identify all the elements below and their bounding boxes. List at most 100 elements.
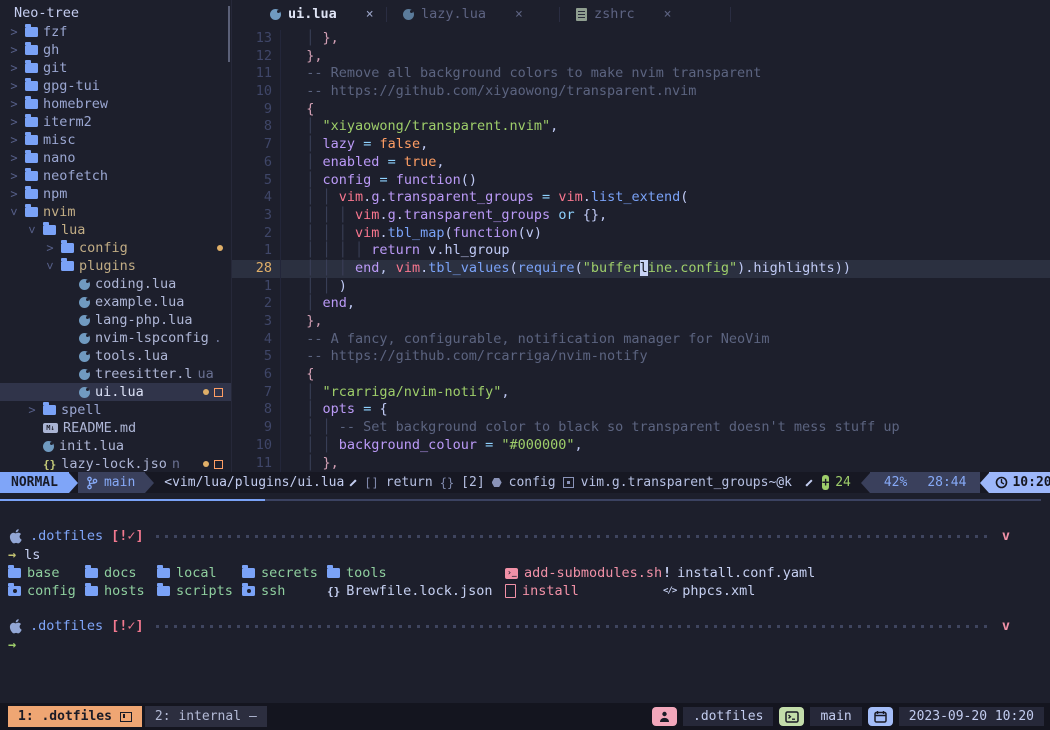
tree-item-readme-md[interactable]: M↓README.md: [0, 419, 231, 437]
tree-item-nvim-lspconfig[interactable]: nvim-lspconfig.: [0, 329, 231, 347]
tab-lazy-lua[interactable]: lazy.lua ×: [387, 0, 559, 28]
line-number: 13: [232, 30, 280, 48]
code-line[interactable]: 12 },: [232, 48, 1050, 66]
line-number: 6: [232, 366, 280, 384]
code-line[interactable]: 3 │ │ │ vim.g.transparent_groups or {},: [232, 207, 1050, 225]
tab-zshrc[interactable]: zshrc×: [560, 0, 730, 28]
code-line[interactable]: 8 │ "xiyaowong/transparent.nvim",: [232, 118, 1050, 136]
terminal-pane[interactable]: .dotfiles [!✓] v → ls basedocslocalsecre…: [0, 505, 1050, 703]
chevron-icon[interactable]: >: [44, 241, 56, 255]
tab-label: lazy.lua: [421, 6, 486, 22]
tree-item-homebrew[interactable]: >homebrew: [0, 95, 231, 113]
tree-item-fzf[interactable]: >fzf: [0, 23, 231, 41]
chevron-icon[interactable]: >: [8, 151, 20, 165]
chevron-icon[interactable]: >: [8, 43, 20, 57]
tree-item-nvim[interactable]: >nvim: [0, 203, 231, 221]
code-line[interactable]: 2 │ end,: [232, 295, 1050, 313]
tmux-window-2-internal[interactable]: 2: internal–: [145, 706, 267, 727]
tree-item-coding-lua[interactable]: coding.lua: [0, 275, 231, 293]
tree-item-misc[interactable]: >misc: [0, 131, 231, 149]
code-line[interactable]: 7 │ "rcarriga/nvim-notify",: [232, 384, 1050, 402]
code-line[interactable]: 8 │ opts = {: [232, 401, 1050, 419]
prompt-git-status: [!✓]: [111, 618, 144, 634]
chevron-icon[interactable]: >: [8, 115, 20, 129]
tree-item-lua[interactable]: >lua: [0, 221, 231, 239]
pane-divider[interactable]: [265, 499, 1041, 501]
code-line[interactable]: 6 {: [232, 366, 1050, 384]
chevron-icon[interactable]: >: [8, 133, 20, 147]
tree-item-gpg-tui[interactable]: >gpg-tui: [0, 77, 231, 95]
chevron-icon[interactable]: >: [26, 403, 38, 417]
code-line[interactable]: 10 -- https://github.com/xiyaowong/trans…: [232, 83, 1050, 101]
code-line[interactable]: 9 {: [232, 101, 1050, 119]
tree-item-npm[interactable]: >npm: [0, 185, 231, 203]
tab-ui-lua[interactable]: ui.lua×: [254, 0, 386, 28]
cursor-line[interactable]: →: [8, 636, 1010, 654]
tree-item-spell[interactable]: >spell: [0, 401, 231, 419]
ls-entry: base: [8, 564, 85, 582]
code-line[interactable]: 5 │ config = function(): [232, 172, 1050, 190]
gutter-separator: [280, 278, 281, 296]
tree-item-tools-lua[interactable]: tools.lua: [0, 347, 231, 365]
code-line[interactable]: 11 │ },: [232, 455, 1050, 473]
tree-item-neofetch[interactable]: >neofetch: [0, 167, 231, 185]
code-line[interactable]: 1 │ │ │ │ return v.hl_group: [232, 242, 1050, 260]
chevron-icon[interactable]: >: [43, 260, 57, 272]
chevron-icon[interactable]: >: [8, 61, 20, 75]
gutter-separator: [280, 295, 281, 313]
lua-icon: [79, 279, 90, 290]
prompt-line: .dotfiles [!✓] v: [8, 527, 1010, 545]
folder-icon: [157, 586, 170, 596]
tree-item-git[interactable]: >git: [0, 59, 231, 77]
tree-item-lazy-lock-jso[interactable]: {}lazy-lock.json: [0, 455, 231, 472]
code-line[interactable]: 2 │ │ │ vim.tbl_map(function(v): [232, 225, 1050, 243]
ls-output-row: basedocslocalsecretstoolsadd-submodules.…: [8, 564, 843, 582]
code-line[interactable]: 10 │ │ background_colour = "#000000",: [232, 437, 1050, 455]
chevron-icon[interactable]: >: [8, 187, 20, 201]
code-line[interactable]: 5 -- https://github.com/rcarriga/nvim-no…: [232, 348, 1050, 366]
prompt-version-flag: v: [1002, 618, 1010, 634]
code-line[interactable]: 11 -- Remove all background colors to ma…: [232, 65, 1050, 83]
tmux-statusbar: 1: .dotfiles2: internal– .dotfiles main …: [0, 703, 1050, 730]
tree-item-label: treesitter.l: [95, 366, 193, 382]
chevron-icon[interactable]: >: [8, 169, 20, 183]
gutter-separator: [280, 437, 281, 455]
tree-item-example-lua[interactable]: example.lua: [0, 293, 231, 311]
json-icon: {}: [43, 458, 56, 471]
tree-item-gh[interactable]: >gh: [0, 41, 231, 59]
code-line[interactable]: 4 -- A fancy, configurable, notification…: [232, 331, 1050, 349]
tree-item-iterm2[interactable]: >iterm2: [0, 113, 231, 131]
code-buffer[interactable]: 13 │ },12 },11 -- Remove all background …: [232, 30, 1050, 472]
code-line[interactable]: 3 },: [232, 313, 1050, 331]
chevron-icon[interactable]: >: [25, 224, 39, 236]
code-line[interactable]: 28 │ │ │ end, vim.tbl_values(require("bu…: [232, 260, 1050, 278]
tree-item-plugins[interactable]: >plugins: [0, 257, 231, 275]
code-line[interactable]: 6 │ enabled = true,: [232, 154, 1050, 172]
code-line[interactable]: 7 │ lazy = false,: [232, 136, 1050, 154]
code-line[interactable]: 9 │ │ -- Set background color to black s…: [232, 419, 1050, 437]
chevron-icon[interactable]: >: [8, 97, 20, 111]
tree-item-config[interactable]: >config: [0, 239, 231, 257]
code-line[interactable]: 13 │ },: [232, 30, 1050, 48]
tab-close-icon[interactable]: ×: [366, 7, 374, 22]
chevron-icon[interactable]: >: [8, 25, 20, 39]
chevron-icon[interactable]: >: [8, 79, 20, 93]
tmux-window-label: 2: internal: [155, 709, 241, 724]
code-line[interactable]: 4 │ │ vim.g.transparent_groups = vim.lis…: [232, 189, 1050, 207]
tree-item-treesitter-l[interactable]: treesitter.lua: [0, 365, 231, 383]
tree-item-init-lua[interactable]: init.lua: [0, 437, 231, 455]
tmux-window-1-dotfiles[interactable]: 1: .dotfiles: [8, 706, 142, 727]
code-line[interactable]: 1 │ │ ): [232, 278, 1050, 296]
chevron-icon[interactable]: >: [7, 206, 21, 218]
lua-icon: [79, 297, 90, 308]
gutter-separator: [280, 48, 281, 66]
pane-divider-active[interactable]: [0, 499, 265, 501]
tree-item-ui-lua[interactable]: ui.lua: [0, 383, 231, 401]
folder-icon: [327, 568, 340, 578]
tree-item-label: lazy-lock.jso: [61, 456, 167, 472]
tab-close-icon[interactable]: ×: [664, 7, 672, 22]
tree-item-lang-php-lua[interactable]: lang-php.lua: [0, 311, 231, 329]
tab-close-icon[interactable]: ×: [515, 7, 523, 22]
tree-item-nano[interactable]: >nano: [0, 149, 231, 167]
neotree-file-list: >fzf>gh>git>gpg-tui>homebrew>iterm2>misc…: [0, 23, 231, 472]
